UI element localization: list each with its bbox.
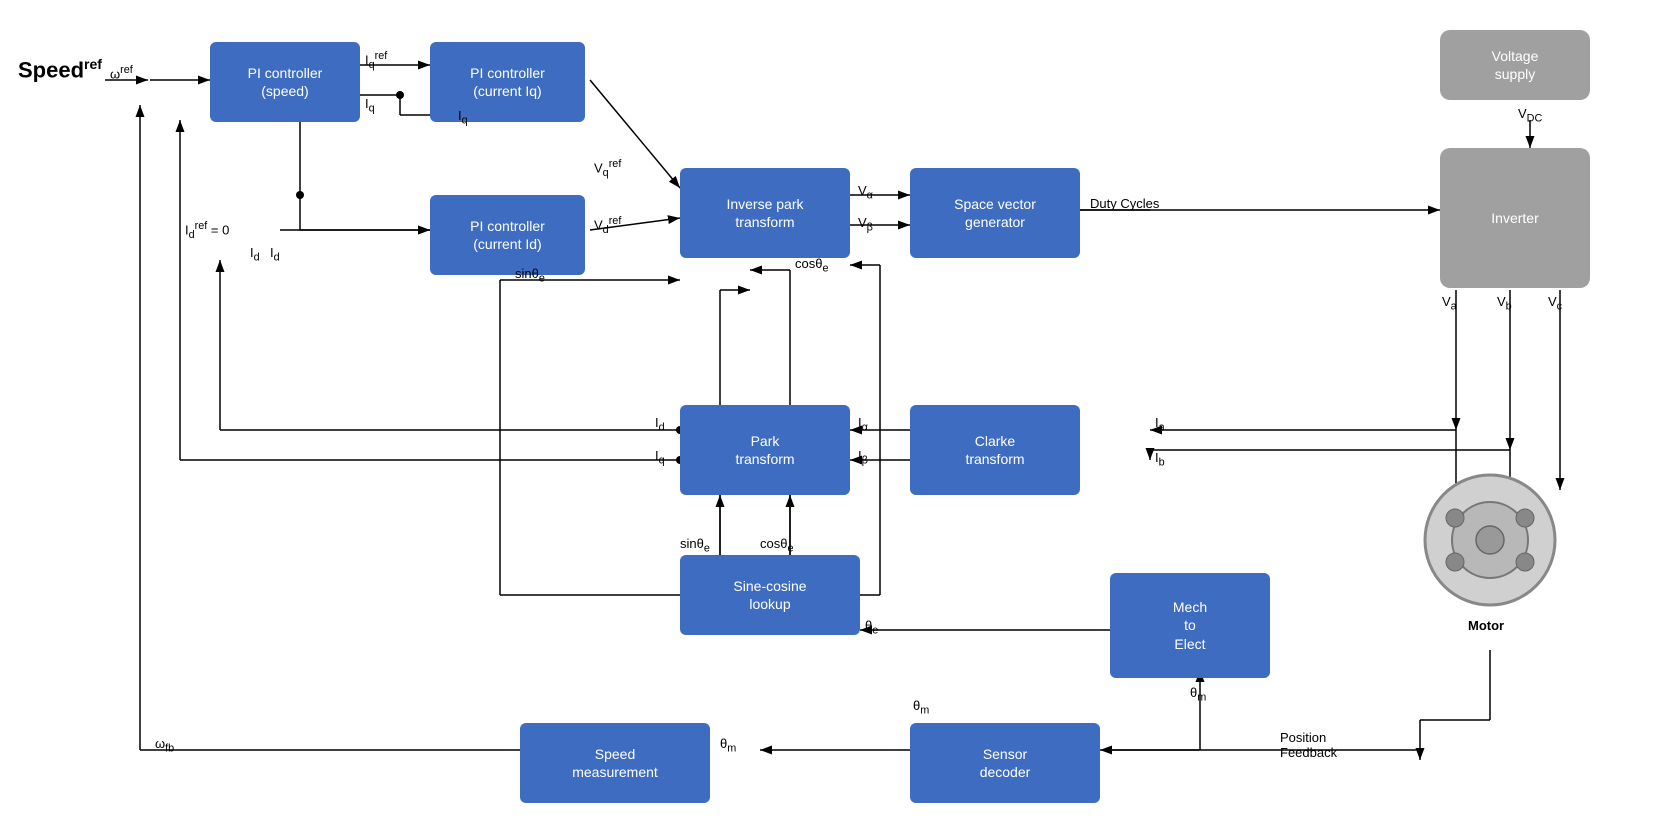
theta-m-bot-label: θm bbox=[913, 698, 929, 717]
vdc-label: VDC bbox=[1518, 106, 1542, 125]
theta-m-top-label: θm bbox=[1190, 685, 1206, 704]
pi-id-block: PI controller(current Id) bbox=[430, 195, 585, 275]
omega-fb-label: ωfb bbox=[155, 736, 174, 755]
vb-label: Vb bbox=[1497, 294, 1512, 313]
iq-label-top: Iq bbox=[365, 96, 375, 115]
mech-to-elect-block: MechtoElect bbox=[1110, 573, 1270, 678]
vd-ref-label: Vdref bbox=[594, 215, 621, 236]
iq-park-label: Iq bbox=[655, 448, 665, 467]
v-beta-label: Vβ bbox=[858, 215, 873, 234]
omega-ref-label: ωref bbox=[110, 64, 133, 81]
clarke-block: Clarketransform bbox=[910, 405, 1080, 495]
speed-ref-label: Speedref bbox=[18, 56, 102, 83]
inverter-block: Inverter bbox=[1440, 148, 1590, 288]
motor-icon bbox=[1420, 470, 1560, 610]
theta-e-label: θe bbox=[865, 618, 878, 637]
diagram-container: Speedref ωref PI controller(speed) Iqref… bbox=[0, 0, 1656, 835]
va-label: Va bbox=[1442, 294, 1457, 313]
i-alpha-label: Iα bbox=[858, 415, 868, 434]
ib-label: Ib bbox=[1155, 450, 1165, 469]
id-ref-label: Idref = 0 bbox=[185, 220, 229, 241]
sine-cosine-block: Sine-cosinelookup bbox=[680, 555, 860, 635]
ia-label: Ia bbox=[1155, 415, 1165, 434]
iq-feedback-label: Iq bbox=[458, 108, 468, 127]
vq-ref-label: Vqref bbox=[594, 158, 621, 179]
space-vector-block: Space vectorgenerator bbox=[910, 168, 1080, 258]
vc-label: Vc bbox=[1548, 294, 1562, 313]
iq-ref-label: Iqref bbox=[365, 50, 387, 71]
id-park-label: Id bbox=[655, 415, 665, 434]
v-alpha-label: Vα bbox=[858, 183, 873, 202]
voltage-supply-block: Voltagesupply bbox=[1440, 30, 1590, 100]
inverse-park-block: Inverse parktransform bbox=[680, 168, 850, 258]
pi-iq-block: PI controller(current Iq) bbox=[430, 42, 585, 122]
cos-theta-e-bot-label: cosθe bbox=[760, 536, 794, 555]
cos-theta-e-top-label: cosθe bbox=[795, 256, 829, 275]
id-label-left: Id bbox=[270, 245, 280, 264]
theta-m-mid-label: θm bbox=[720, 736, 736, 755]
duty-cycles-label: Duty Cycles bbox=[1090, 196, 1159, 211]
park-block: Parktransform bbox=[680, 405, 850, 495]
sin-theta-e-top-label: sinθe bbox=[515, 266, 545, 285]
sensor-decoder-block: Sensordecoder bbox=[910, 723, 1100, 803]
pi-speed-block: PI controller(speed) bbox=[210, 42, 360, 122]
id-feedback-label: Id bbox=[250, 245, 260, 264]
i-beta-label: Iβ bbox=[858, 448, 868, 467]
motor-label: Motor bbox=[1468, 618, 1504, 633]
speed-measurement-block: Speedmeasurement bbox=[520, 723, 710, 803]
sin-theta-e-bot-label: sinθe bbox=[680, 536, 710, 555]
position-feedback-label: PositionFeedback bbox=[1280, 730, 1337, 760]
